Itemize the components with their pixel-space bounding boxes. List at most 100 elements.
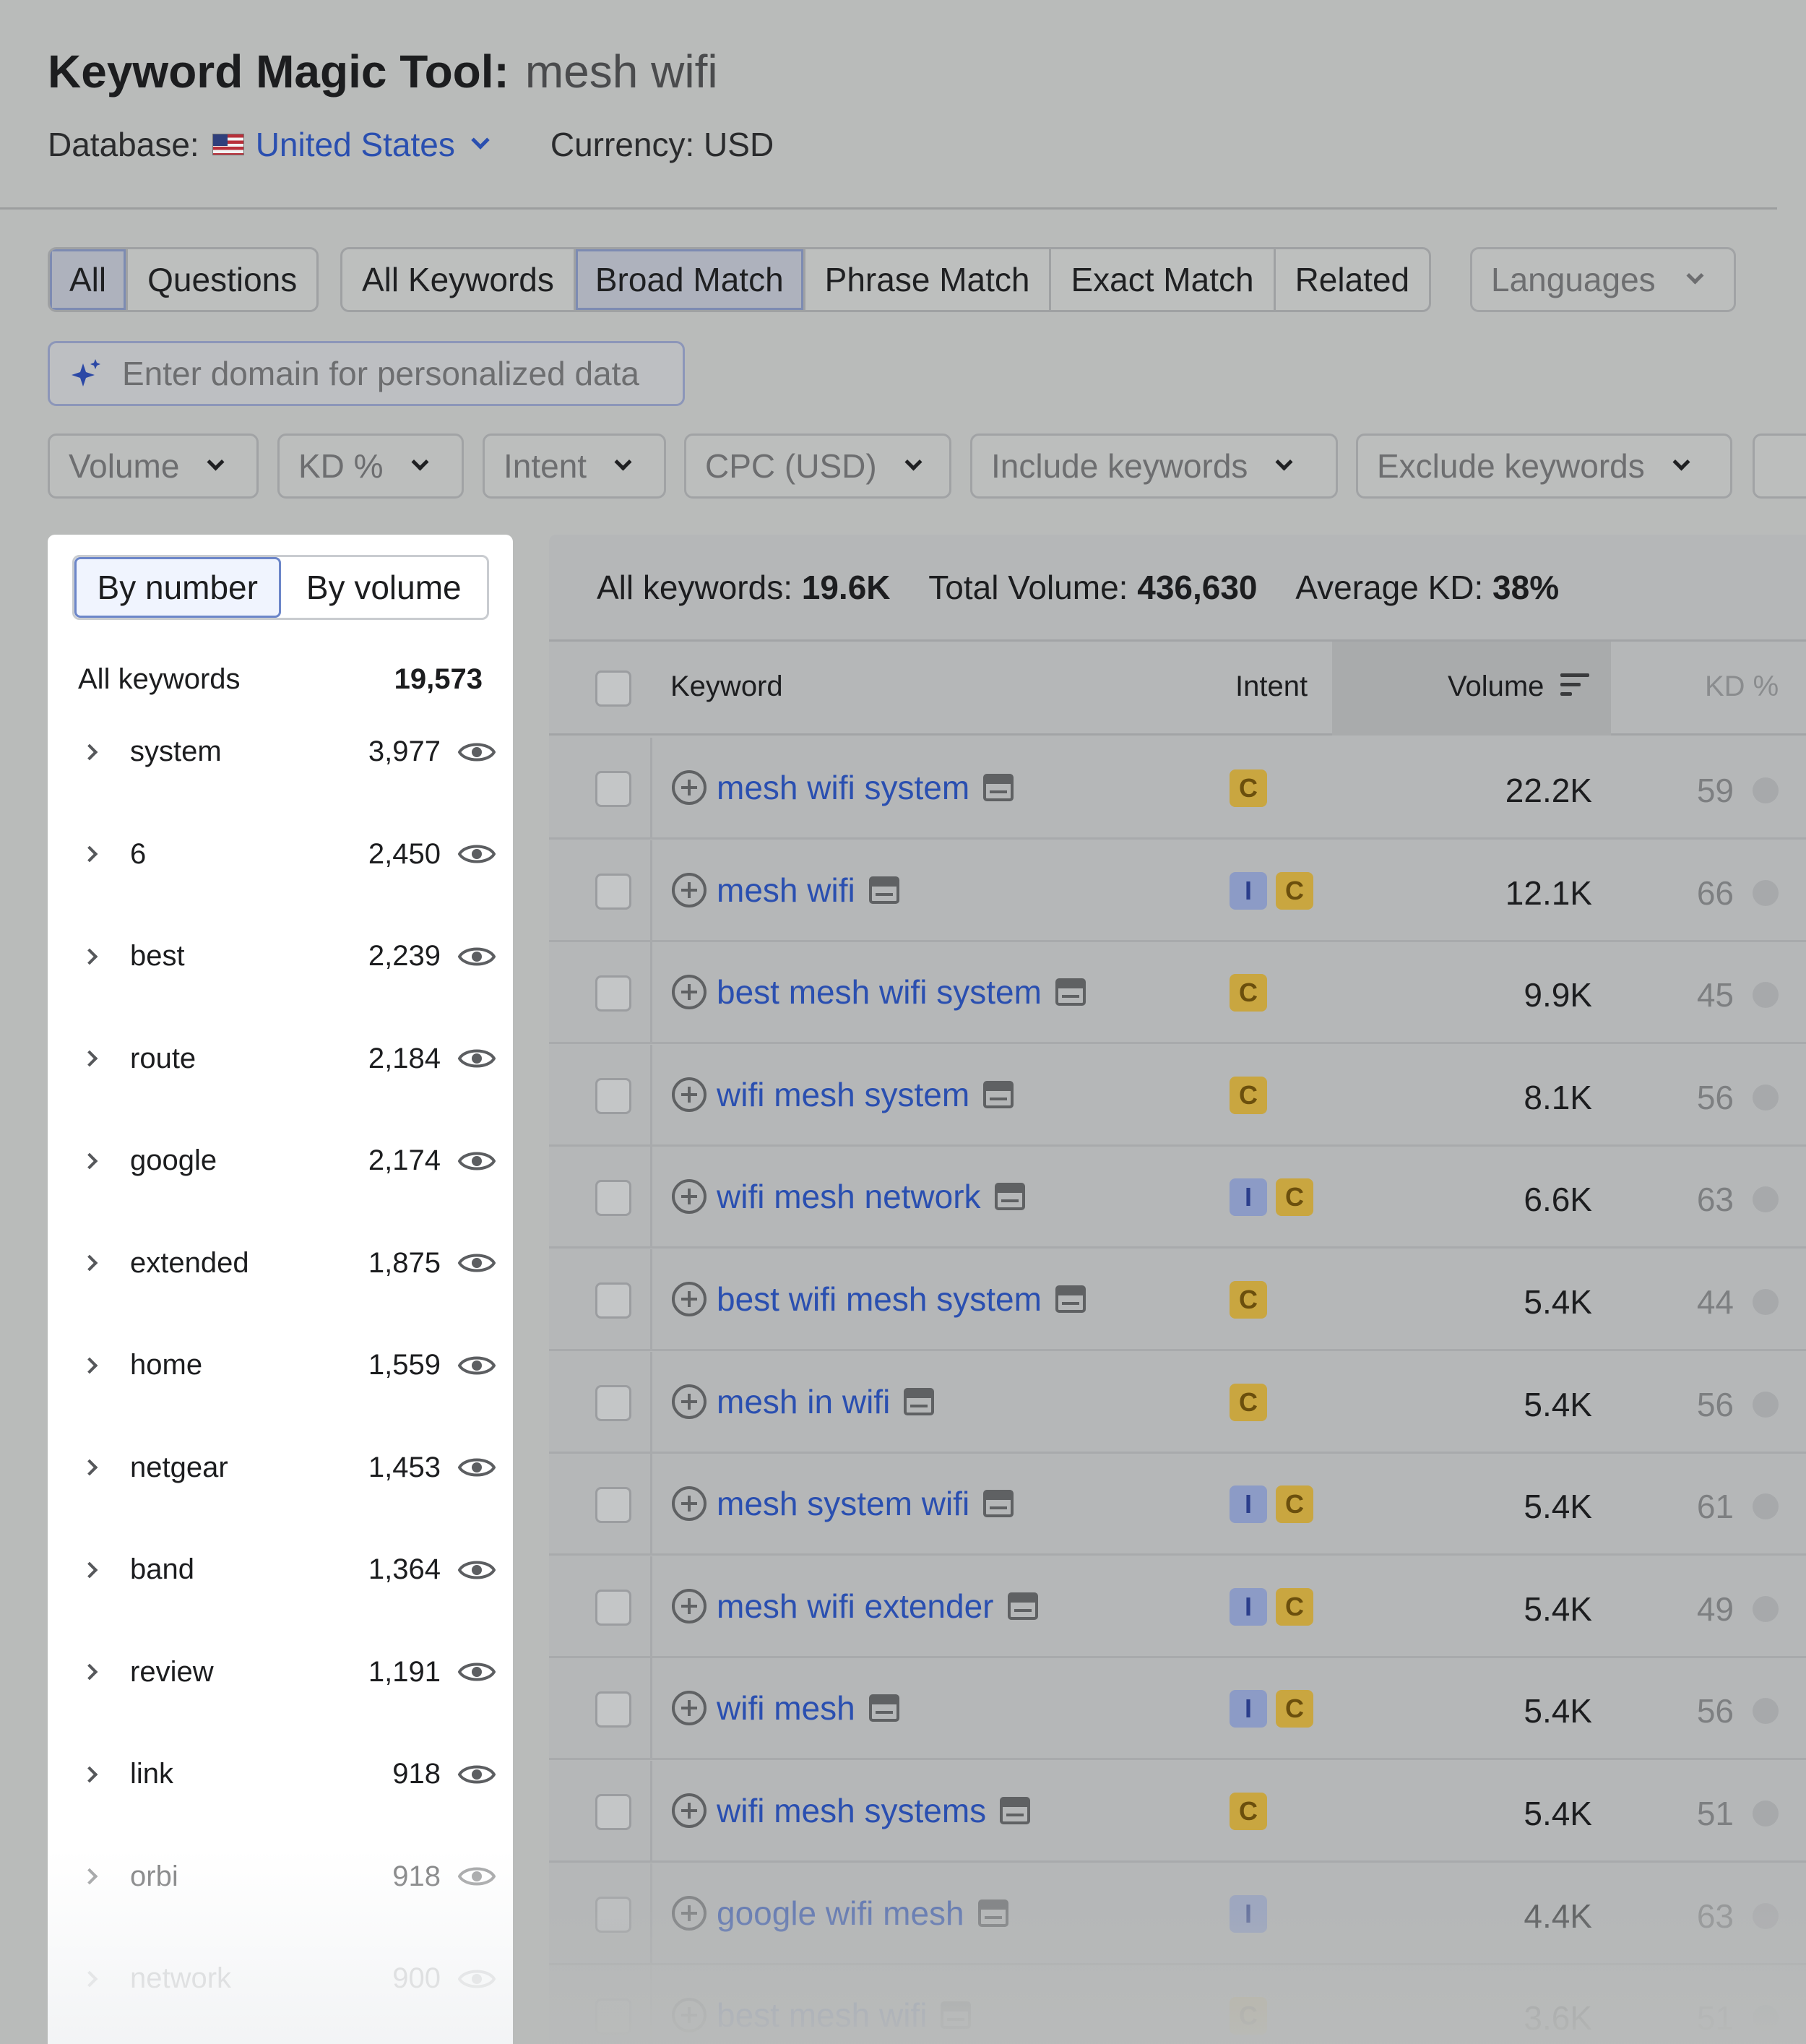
eye-icon[interactable] <box>457 1353 496 1379</box>
row-checkbox[interactable] <box>595 771 631 807</box>
eye-icon[interactable] <box>457 841 496 867</box>
plus-circle-icon[interactable] <box>670 1792 708 1829</box>
plus-circle-icon[interactable] <box>670 1689 708 1727</box>
filter-volume[interactable]: Volume <box>48 434 259 499</box>
row-checkbox[interactable] <box>595 873 631 910</box>
group-item-route[interactable]: route 2,184 <box>48 1008 513 1110</box>
intent-badge[interactable]: C <box>1230 1281 1267 1319</box>
intent-badge[interactable]: C <box>1276 1178 1313 1217</box>
tab-related[interactable]: Related <box>1276 249 1430 310</box>
eye-icon[interactable] <box>457 739 496 765</box>
group-item-extended[interactable]: extended 1,875 <box>48 1212 513 1314</box>
intent-badge[interactable]: C <box>1276 1587 1313 1626</box>
group-item-best[interactable]: best 2,239 <box>48 905 513 1007</box>
serp-features-icon[interactable] <box>999 1796 1031 1825</box>
group-item-link[interactable]: link 918 <box>48 1723 513 1825</box>
chevron-right-icon[interactable] <box>81 1561 98 1578</box>
all-keywords-group[interactable]: All keywords 19,573 <box>78 663 483 696</box>
keyword-link[interactable]: mesh wifi system <box>717 768 969 807</box>
column-keyword[interactable]: Keyword <box>670 670 783 703</box>
by-volume-button[interactable]: By volume <box>281 557 488 618</box>
keyword-link[interactable]: mesh wifi <box>717 871 855 910</box>
sort-icon[interactable] <box>1560 673 1589 699</box>
filter-include-keywords[interactable]: Include keywords <box>970 434 1338 499</box>
row-checkbox[interactable] <box>595 1691 631 1728</box>
row-checkbox[interactable] <box>595 975 631 1012</box>
plus-circle-icon[interactable] <box>670 1383 708 1420</box>
serp-features-icon[interactable] <box>982 1489 1014 1518</box>
row-checkbox[interactable] <box>595 1794 631 1830</box>
plus-circle-icon[interactable] <box>670 1587 708 1625</box>
chevron-right-icon[interactable] <box>81 1254 98 1272</box>
plus-circle-icon[interactable] <box>670 1178 708 1215</box>
eye-icon[interactable] <box>457 1045 496 1071</box>
row-checkbox[interactable] <box>595 1077 631 1114</box>
group-item-system[interactable]: system 3,977 <box>48 701 513 803</box>
intent-badge[interactable]: C <box>1276 1485 1313 1524</box>
row-checkbox[interactable] <box>595 1487 631 1524</box>
tab-questions[interactable]: Questions <box>128 249 316 310</box>
eye-icon[interactable] <box>457 1148 496 1174</box>
tab-exact-match[interactable]: Exact Match <box>1051 249 1276 310</box>
keyword-link[interactable]: wifi mesh system <box>717 1075 969 1114</box>
row-checkbox[interactable] <box>595 1384 631 1421</box>
plus-circle-icon[interactable] <box>670 1280 708 1318</box>
intent-badge[interactable]: C <box>1276 871 1313 910</box>
languages-dropdown[interactable]: Languages <box>1470 247 1736 312</box>
intent-badge[interactable]: I <box>1230 1587 1267 1626</box>
keyword-link[interactable]: mesh system wifi <box>717 1484 969 1523</box>
group-item-6[interactable]: 6 2,450 <box>48 803 513 905</box>
plus-circle-icon[interactable] <box>670 973 708 1011</box>
plus-circle-icon[interactable] <box>670 769 708 806</box>
filter-cpc[interactable]: CPC (USD) <box>684 434 951 499</box>
row-checkbox[interactable] <box>595 1180 631 1217</box>
column-kd[interactable]: KD % <box>1705 670 1779 703</box>
serp-features-icon[interactable] <box>1055 978 1086 1006</box>
chevron-right-icon[interactable] <box>81 1459 98 1476</box>
group-item-home[interactable]: home 1,559 <box>48 1314 513 1416</box>
select-all-checkbox[interactable] <box>595 670 631 707</box>
intent-badge[interactable]: C <box>1230 974 1267 1012</box>
eye-icon[interactable] <box>457 1454 496 1480</box>
keyword-link[interactable]: wifi mesh systems <box>717 1791 986 1830</box>
intent-badge[interactable]: C <box>1230 1793 1267 1830</box>
serp-features-icon[interactable] <box>982 1080 1014 1109</box>
tab-all[interactable]: All <box>50 249 129 310</box>
serp-features-icon[interactable] <box>994 1182 1026 1211</box>
intent-badge[interactable]: C <box>1230 1076 1267 1114</box>
filter-exclude-keywords[interactable]: Exclude keywords <box>1356 434 1732 499</box>
group-item-review[interactable]: review 1,191 <box>48 1621 513 1723</box>
eye-icon[interactable] <box>457 1557 496 1583</box>
database-selector[interactable]: United States <box>256 125 455 164</box>
serp-features-icon[interactable] <box>903 1387 935 1416</box>
keyword-link[interactable]: mesh wifi extender <box>717 1587 994 1626</box>
intent-badge[interactable]: C <box>1230 1383 1267 1421</box>
intent-badge[interactable]: C <box>1230 769 1267 807</box>
chevron-right-icon[interactable] <box>81 845 98 863</box>
column-volume[interactable]: Volume <box>1448 670 1544 703</box>
chevron-right-icon[interactable] <box>81 1050 98 1067</box>
chevron-right-icon[interactable] <box>81 743 98 760</box>
plus-circle-icon[interactable] <box>670 1485 708 1522</box>
intent-badge[interactable]: I <box>1230 1178 1267 1217</box>
chevron-right-icon[interactable] <box>81 1357 98 1374</box>
filter-kd[interactable]: KD % <box>277 434 464 499</box>
intent-badge[interactable]: I <box>1230 1690 1267 1728</box>
serp-features-icon[interactable] <box>868 876 900 905</box>
intent-badge[interactable]: I <box>1230 1485 1267 1524</box>
eye-icon[interactable] <box>457 1659 496 1685</box>
keyword-link[interactable]: mesh in wifi <box>717 1382 890 1421</box>
eye-icon[interactable] <box>457 944 496 970</box>
serp-features-icon[interactable] <box>868 1694 900 1722</box>
chevron-right-icon[interactable] <box>81 1152 98 1169</box>
chevron-right-icon[interactable] <box>81 948 98 965</box>
tab-broad-match[interactable]: Broad Match <box>575 249 805 310</box>
filter-more-truncated[interactable] <box>1753 434 1806 499</box>
tab-phrase-match[interactable]: Phrase Match <box>805 249 1052 310</box>
serp-features-icon[interactable] <box>1055 1285 1086 1314</box>
tab-all-keywords[interactable]: All Keywords <box>342 249 576 310</box>
chevron-down-icon[interactable] <box>471 131 490 150</box>
group-item-netgear[interactable]: netgear 1,453 <box>48 1417 513 1519</box>
eye-icon[interactable] <box>457 1761 496 1788</box>
eye-icon[interactable] <box>457 1250 496 1276</box>
